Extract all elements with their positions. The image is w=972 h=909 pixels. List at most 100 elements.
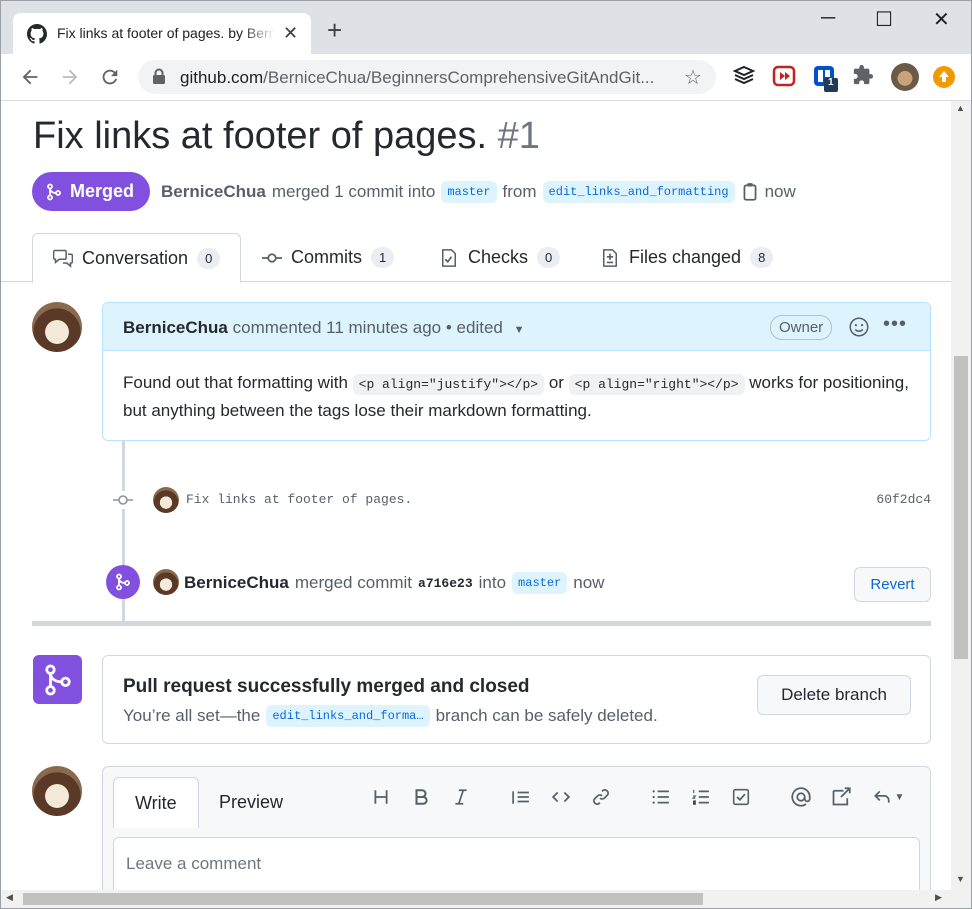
tab-close-icon[interactable]: ✕ (283, 23, 298, 44)
tab-checks[interactable]: Checks 0 (439, 233, 561, 282)
merge-badge (106, 565, 140, 599)
revert-button[interactable]: Revert (854, 567, 931, 602)
link-icon[interactable] (589, 785, 613, 809)
merge-icon (44, 664, 71, 695)
tab-preview[interactable]: Preview (198, 777, 304, 827)
page-title: Fix links at footer of pages. #1 (33, 115, 540, 158)
head-branch[interactable]: edit_links_and_formatting (542, 181, 735, 203)
comment-author[interactable]: BerniceChua (123, 318, 228, 337)
tab-files-changed[interactable]: Files changed 8 (600, 233, 774, 282)
back-icon[interactable] (19, 66, 41, 88)
browser-tab[interactable]: Fix links at footer of pages. by Bernice… (13, 13, 311, 54)
kebab-menu-icon[interactable]: ••• (883, 313, 907, 336)
horizontal-scroll-thumb[interactable] (23, 893, 703, 905)
italic-icon[interactable] (449, 785, 473, 809)
tab-write[interactable]: Write (113, 777, 199, 828)
tab-label: Files changed (629, 247, 742, 267)
merge-author[interactable]: BerniceChua (184, 573, 289, 593)
pr-number: #1 (497, 115, 540, 157)
scroll-left-icon[interactable]: ◀ (6, 892, 13, 903)
comment-textarea[interactable]: Leave a comment (113, 837, 920, 890)
merge-status-box: Pull request successfully merged and clo… (102, 655, 931, 744)
branch-ref[interactable]: edit_links_and_forma… (266, 705, 430, 727)
buffer-extension-icon[interactable] (732, 64, 756, 88)
merge-icon (47, 183, 61, 200)
merge-icon (116, 573, 130, 591)
reply-icon[interactable]: ▼ (869, 785, 907, 809)
minimize-button[interactable]: ─ (821, 7, 835, 30)
comment-meta: BerniceChua commented 11 minutes ago • e… (123, 318, 524, 338)
maximize-button[interactable]: ☐ (875, 7, 893, 32)
tab-commits[interactable]: Commits 1 (262, 233, 395, 282)
merge-sha-link[interactable]: a716e23 (418, 576, 473, 591)
comment-discussion-icon (53, 249, 73, 268)
smiley-icon[interactable] (849, 317, 869, 337)
commit-message-link[interactable]: Fix links at footer of pages. (186, 492, 412, 507)
tab-counter: 0 (537, 247, 561, 268)
trello-extension-icon[interactable]: 1 (812, 64, 838, 92)
tab-label: Commits (291, 247, 362, 267)
status-label: Merged (70, 181, 135, 201)
unordered-list-icon[interactable] (649, 785, 673, 809)
merged-time: now (764, 182, 796, 201)
update-icon[interactable] (933, 66, 955, 88)
base-branch[interactable]: master (441, 181, 497, 203)
code-icon[interactable] (549, 785, 573, 809)
reload-icon[interactable] (99, 66, 121, 88)
address-bar[interactable]: github.com/BerniceChua/BeginnersComprehe… (138, 60, 716, 94)
forward-icon[interactable] (59, 66, 81, 88)
author-link[interactable]: BerniceChua (161, 182, 266, 202)
avatar[interactable] (153, 569, 179, 595)
extension-badge: 1 (828, 77, 834, 88)
tab-label: Checks (468, 247, 529, 267)
git-commit-icon (113, 491, 133, 509)
merged-icon (33, 655, 82, 704)
chevron-down-icon[interactable]: ▼ (514, 324, 525, 336)
page-content: Fix links at footer of pages. #1 Merged … (1, 101, 951, 890)
tab-counter: 8 (750, 247, 774, 268)
comment-text: or (548, 373, 564, 392)
horizontal-scrollbar[interactable]: ◀ ▶ (1, 890, 971, 908)
new-tab-button[interactable]: + (327, 17, 342, 43)
avatar[interactable] (32, 766, 82, 816)
merge-text: merged commit (294, 573, 413, 592)
window-close-button[interactable]: ✕ (933, 7, 950, 32)
comment-editor: Write Preview ▼ Leave a comment (102, 766, 931, 890)
pr-title: Fix links at footer of pages. (33, 115, 488, 157)
avatar[interactable] (153, 487, 179, 513)
comment-body: Found out that formatting with <p align=… (103, 351, 930, 443)
heading-icon[interactable] (369, 785, 393, 809)
profile-avatar[interactable] (891, 63, 919, 91)
scroll-right-icon[interactable]: ▶ (935, 892, 942, 903)
browser-toolbar: github.com/BerniceChua/BeginnersComprehe… (1, 54, 971, 101)
scroll-down-icon[interactable]: ▼ (956, 874, 965, 884)
bookmark-star-icon[interactable]: ☆ (684, 65, 702, 90)
github-icon (27, 24, 47, 44)
mention-icon[interactable] (789, 785, 813, 809)
quote-icon[interactable] (509, 785, 533, 809)
from-text: from (502, 182, 537, 201)
bold-icon[interactable] (409, 785, 433, 809)
extensions-puzzle-icon[interactable] (852, 64, 876, 88)
tab-strip: Fix links at footer of pages. by Bernice… (1, 1, 971, 54)
avatar[interactable] (32, 302, 82, 352)
video-extension-icon[interactable] (772, 64, 796, 88)
tab-counter: 0 (197, 247, 221, 269)
tab-conversation[interactable]: Conversation 0 (32, 233, 242, 283)
vertical-scroll-thumb[interactable] (954, 356, 968, 659)
into-text: into (478, 573, 507, 592)
comment-placeholder: Leave a comment (126, 854, 262, 873)
merge-branch[interactable]: master (512, 572, 568, 594)
inline-code: <p align="right"></p> (568, 374, 745, 395)
copy-icon[interactable] (741, 182, 759, 202)
delete-branch-button[interactable]: Delete branch (757, 675, 911, 715)
status-badge: Merged (32, 172, 151, 211)
vertical-scrollbar[interactable]: ▲ ▼ (951, 101, 971, 890)
tab-counter: 1 (371, 247, 395, 268)
commit-sha-link[interactable]: 60f2dc4 (876, 492, 931, 507)
task-list-icon[interactable] (729, 785, 753, 809)
cross-reference-icon[interactable] (829, 785, 853, 809)
scroll-up-icon[interactable]: ▲ (956, 103, 965, 113)
tab-title: Fix links at footer of pages. by Bernice… (57, 25, 275, 41)
ordered-list-icon[interactable] (689, 785, 713, 809)
